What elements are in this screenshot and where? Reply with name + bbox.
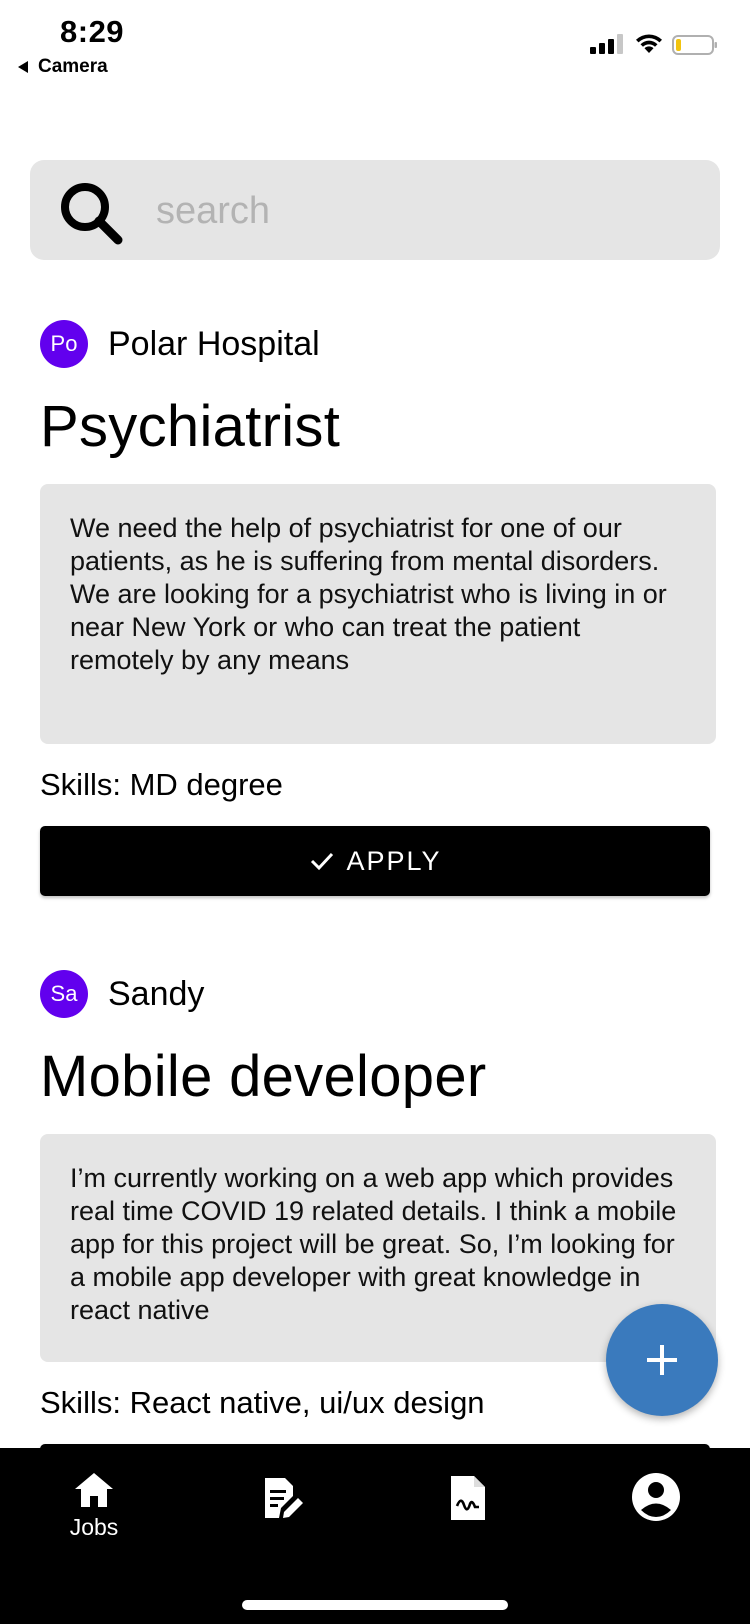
signed-document-icon bbox=[451, 1476, 485, 1520]
poster-name: Polar Hospital bbox=[108, 324, 320, 363]
poster-name: Sandy bbox=[108, 974, 205, 1013]
job-skills: Skills: MD degree bbox=[40, 767, 283, 802]
back-to-app-link[interactable]: Camera bbox=[18, 56, 108, 78]
avatar: Po bbox=[40, 320, 88, 368]
home-icon bbox=[75, 1473, 113, 1507]
nav-item-jobs[interactable]: Jobs bbox=[34, 1470, 154, 1541]
search-input[interactable] bbox=[154, 182, 678, 240]
edit-note-icon bbox=[265, 1478, 303, 1518]
back-app-label: Camera bbox=[38, 56, 108, 77]
avatar: Sa bbox=[40, 970, 88, 1018]
status-time: 8:29 bbox=[60, 14, 125, 49]
search-bar[interactable] bbox=[30, 160, 720, 260]
job-card: Sa Sandy Mobile developer I’m currently … bbox=[40, 970, 716, 1514]
apply-button[interactable]: APPLY bbox=[40, 826, 710, 896]
job-description: We need the help of psychiatrist for one… bbox=[40, 484, 716, 744]
poster-row: Sa Sandy bbox=[40, 970, 716, 1018]
nav-item-label: Jobs bbox=[69, 1514, 119, 1540]
apply-button-label: APPLY bbox=[346, 845, 442, 876]
back-arrow-icon bbox=[18, 61, 28, 73]
wifi-icon bbox=[636, 34, 662, 53]
search-icon bbox=[61, 183, 123, 245]
job-description-text: We need the help of psychiatrist for one… bbox=[70, 513, 667, 675]
account-icon bbox=[632, 1473, 680, 1521]
check-icon bbox=[311, 852, 334, 871]
battery-icon bbox=[672, 35, 717, 55]
home-indicator bbox=[242, 1600, 508, 1610]
job-title: Psychiatrist bbox=[40, 394, 341, 459]
nav-item-applications[interactable] bbox=[408, 1470, 528, 1522]
job-title: Mobile developer bbox=[40, 1044, 487, 1109]
nav-item-post-job[interactable] bbox=[222, 1470, 342, 1522]
add-job-button[interactable] bbox=[606, 1304, 718, 1416]
poster-row: Po Polar Hospital bbox=[40, 320, 716, 368]
nav-item-profile[interactable] bbox=[596, 1470, 716, 1522]
bottom-nav: Jobs bbox=[0, 1448, 750, 1624]
plus-icon bbox=[647, 1345, 677, 1375]
status-bar: 8:29 Camera bbox=[0, 0, 750, 90]
job-card: Po Polar Hospital Psychiatrist We need t… bbox=[40, 320, 716, 896]
job-description-text: I’m currently working on a web app which… bbox=[70, 1163, 677, 1325]
cellular-signal-icon bbox=[590, 34, 623, 54]
